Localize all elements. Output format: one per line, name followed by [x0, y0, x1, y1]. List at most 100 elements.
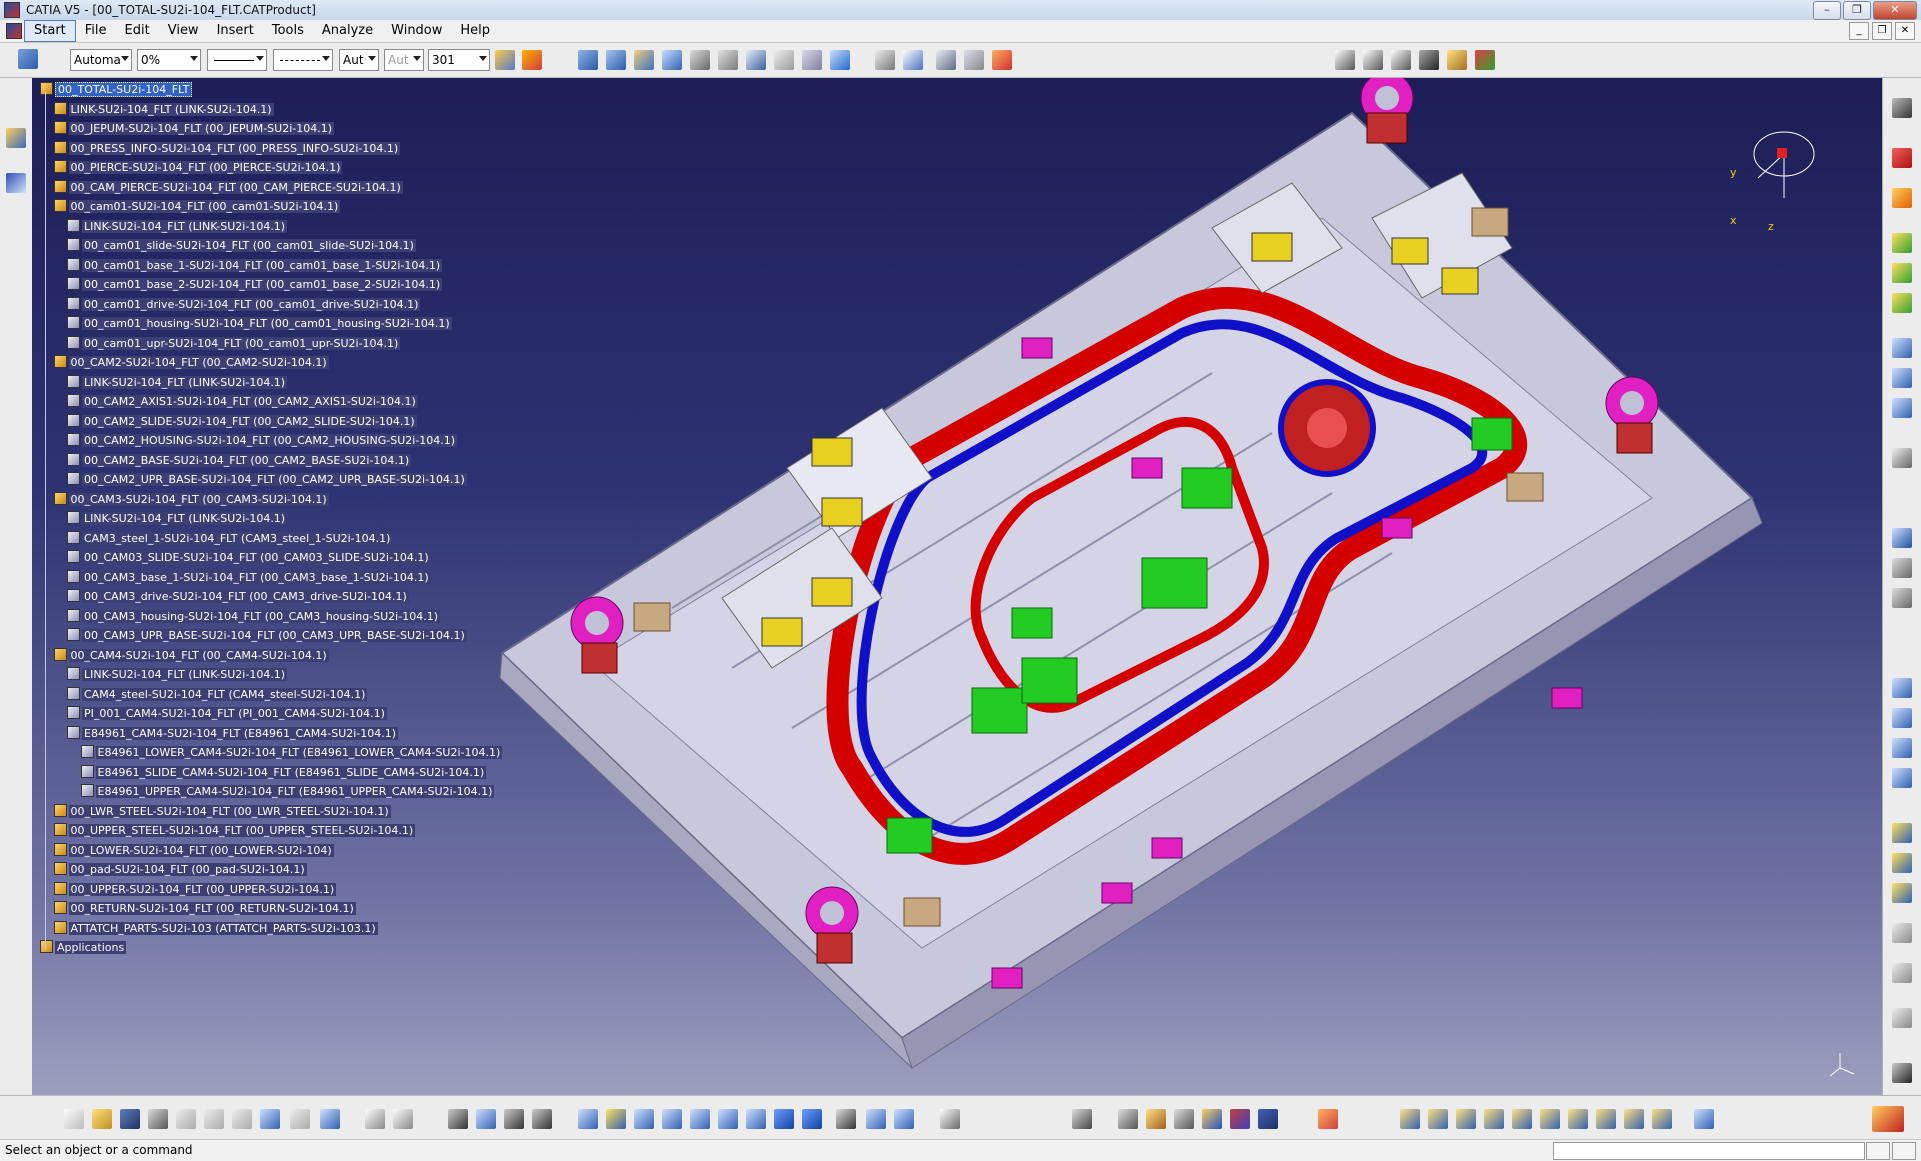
graph-tree-reordering-icon[interactable]	[718, 50, 738, 70]
save-all-icon[interactable]	[1419, 50, 1439, 70]
tree-node[interactable]: E84961_LOWER_CAM4-SU2i-104_FLT (E84961_L…	[80, 745, 503, 761]
tree-node[interactable]: 00_CAM2_SLIDE-SU2i-104_FLT (00_CAM2_SLID…	[67, 413, 417, 430]
layer-combo[interactable]: 301	[428, 49, 490, 71]
constraint-icon[interactable]	[1892, 338, 1912, 358]
doc-minimize-button[interactable]: _	[1849, 22, 1869, 40]
normal-view-icon[interactable]	[746, 1109, 766, 1129]
tree-node[interactable]: 00_JEPUM-SU2i-104_FLT (00_JEPUM-SU2i-104…	[53, 121, 335, 137]
properties-icon[interactable]	[522, 50, 542, 70]
compute-icon[interactable]	[1428, 1109, 1448, 1129]
tree-node[interactable]: E84961_UPPER_CAM4-SU2i-104_FLT (E84961_U…	[80, 784, 495, 800]
select-arrow-icon[interactable]	[1892, 188, 1912, 208]
product-structure-icon[interactable]	[6, 128, 26, 148]
new-file-icon[interactable]	[64, 1109, 84, 1129]
coincidence-icon[interactable]	[1892, 368, 1912, 388]
clash-analysis-icon[interactable]	[1892, 1008, 1912, 1028]
render-icon[interactable]	[1230, 1109, 1250, 1129]
component-icon[interactable]	[1596, 1109, 1616, 1129]
tree-node[interactable]: PI_001_CAM4-SU2i-104_FLT (PI_001_CAM4-SU…	[67, 706, 387, 722]
die-assembly-model[interactable]	[32, 78, 1882, 1095]
swap-visible-space-icon[interactable]	[894, 1109, 914, 1129]
new-part-icon[interactable]	[634, 50, 654, 70]
catalog-icon[interactable]	[940, 1109, 960, 1129]
tree-node[interactable]: 00_CAM3_UPR_BASE-SU2i-104_FLT (00_CAM3_U…	[67, 628, 467, 644]
doc-close-button[interactable]: ✕	[1895, 22, 1915, 40]
bom-icon[interactable]	[1335, 50, 1355, 70]
fly-mode-icon[interactable]	[578, 1109, 598, 1129]
bom-list-icon[interactable]	[1363, 50, 1383, 70]
snap-icon[interactable]	[936, 50, 956, 70]
knowledge-report-icon[interactable]	[1456, 1109, 1476, 1129]
menu-start[interactable]: Start	[24, 20, 76, 42]
status-stop-button[interactable]	[1866, 1142, 1890, 1160]
table-icon[interactable]	[1072, 1109, 1092, 1129]
tree-node[interactable]: LINK-SU2i-104_FLT (LINK-SU2i-104.1)	[67, 374, 288, 391]
layer-icon[interactable]	[1694, 1109, 1714, 1129]
3d-viewport[interactable]: y x z	[32, 78, 1882, 1095]
color-combo[interactable]: Automa	[70, 49, 132, 71]
knowledge-icon[interactable]	[393, 1109, 413, 1129]
tree-node-applications[interactable]: Applications	[40, 940, 127, 956]
formula-icon[interactable]	[365, 1109, 385, 1129]
distance-icon[interactable]	[1892, 963, 1912, 983]
restore-button[interactable]: ❐	[1843, 1, 1871, 20]
tree-node[interactable]: 00_cam01_base_1-SU2i-104_FLT (00_cam01_b…	[67, 257, 443, 274]
tree-node[interactable]: CAM4_steel-SU2i-104_FLT (CAM4_steel-SU2i…	[67, 686, 368, 703]
new-product-icon[interactable]	[606, 50, 626, 70]
tree-node[interactable]: 00_pad-SU2i-104_FLT (00_pad-SU2i-104.1)	[53, 862, 307, 878]
tree-node[interactable]: 00_cam01_slide-SU2i-104_FLT (00_cam01_sl…	[67, 238, 416, 254]
doc-restore-button[interactable]: ❐	[1872, 22, 1892, 40]
transparency-combo[interactable]: 0%	[137, 49, 201, 71]
law-icon[interactable]	[476, 1109, 496, 1129]
contact-icon[interactable]	[1892, 398, 1912, 418]
tree-node[interactable]: 00_CAM03_SLIDE-SU2i-104_FLT (00_CAM03_SL…	[67, 550, 431, 566]
grid-icon[interactable]	[1318, 1109, 1338, 1129]
fix-together-icon[interactable]	[1892, 588, 1912, 608]
environment-icon[interactable]	[1258, 1109, 1278, 1129]
pan-icon[interactable]	[634, 1109, 654, 1129]
design-table-icon[interactable]	[448, 1109, 468, 1129]
paste-icon[interactable]	[232, 1109, 252, 1129]
tree-node[interactable]: 00_CAM_PIERCE-SU2i-104_FLT (00_CAM_PIERC…	[53, 179, 403, 196]
tree-node[interactable]: LINK-SU2i-104_FLT (LINK-SU2i-104.1)	[67, 511, 288, 527]
macros-with-args-icon[interactable]	[504, 1109, 524, 1129]
product-tool-icon[interactable]	[1892, 233, 1912, 253]
redo-icon[interactable]	[290, 1109, 310, 1129]
menu-help[interactable]: Help	[451, 21, 499, 41]
catalog-browser-icon[interactable]	[1892, 98, 1912, 118]
new-component-icon[interactable]	[578, 50, 598, 70]
tree-node[interactable]: 00_CAM2_BASE-SU2i-104_FLT (00_CAM2_BASE-…	[67, 452, 412, 469]
shading-icon[interactable]	[836, 1109, 856, 1129]
tree-node[interactable]: 00_CAM3_housing-SU2i-104_FLT (00_CAM3_ho…	[67, 608, 440, 625]
tree-node[interactable]: 00_PRESS_INFO-SU2i-104_FLT (00_PRESS_INF…	[53, 140, 401, 157]
undo-icon[interactable]	[260, 1109, 280, 1129]
tools-icon[interactable]	[1447, 50, 1467, 70]
tree-node[interactable]: 00_PIERCE-SU2i-104_FLT (00_PIERCE-SU2i-1…	[53, 160, 343, 176]
menu-file[interactable]: File	[76, 21, 116, 41]
macro-icon[interactable]	[1475, 50, 1495, 70]
close-button[interactable]: ✕	[1873, 1, 1917, 20]
replace-component-icon[interactable]	[690, 50, 710, 70]
multi-view-icon[interactable]	[774, 1109, 794, 1129]
annotation-icon[interactable]	[1892, 823, 1912, 843]
tree-node[interactable]: 00_CAM2_HOUSING-SU2i-104_FLT (00_CAM2_HO…	[67, 433, 458, 449]
explode-icon[interactable]	[964, 50, 984, 70]
tree-node[interactable]: LINK-SU2i-104_FLT (LINK-SU2i-104.1)	[53, 101, 274, 118]
minimize-button[interactable]: –	[1813, 1, 1841, 20]
sectioning-icon[interactable]	[1892, 923, 1912, 943]
pocket-icon[interactable]	[1892, 738, 1912, 758]
tree-node[interactable]: 00_cam01_upr-SU2i-104_FLT (00_cam01_upr-…	[67, 335, 401, 352]
tree-node[interactable]: 00_cam01_housing-SU2i-104_FLT (00_cam01_…	[67, 316, 452, 332]
text-icon[interactable]	[1892, 853, 1912, 873]
tree-node[interactable]: 00_UPPER_STEEL-SU2i-104_FLT (00_UPPER_ST…	[53, 823, 416, 839]
status-power-input-button[interactable]	[1892, 1142, 1916, 1160]
tree-node[interactable]: 00_cam01-SU2i-104_FLT (00_cam01-SU2i-104…	[53, 199, 341, 215]
rotate-icon[interactable]	[662, 1109, 682, 1129]
part-tool-icon[interactable]	[1892, 263, 1912, 283]
hole-icon[interactable]	[1892, 708, 1912, 728]
offset-icon[interactable]	[1892, 528, 1912, 548]
painter-icon[interactable]	[495, 50, 515, 70]
fix-icon[interactable]	[1892, 558, 1912, 578]
document-icon[interactable]	[1568, 1109, 1588, 1129]
tree-node[interactable]: 00_CAM3_base_1-SU2i-104_FLT (00_CAM3_bas…	[67, 569, 431, 586]
